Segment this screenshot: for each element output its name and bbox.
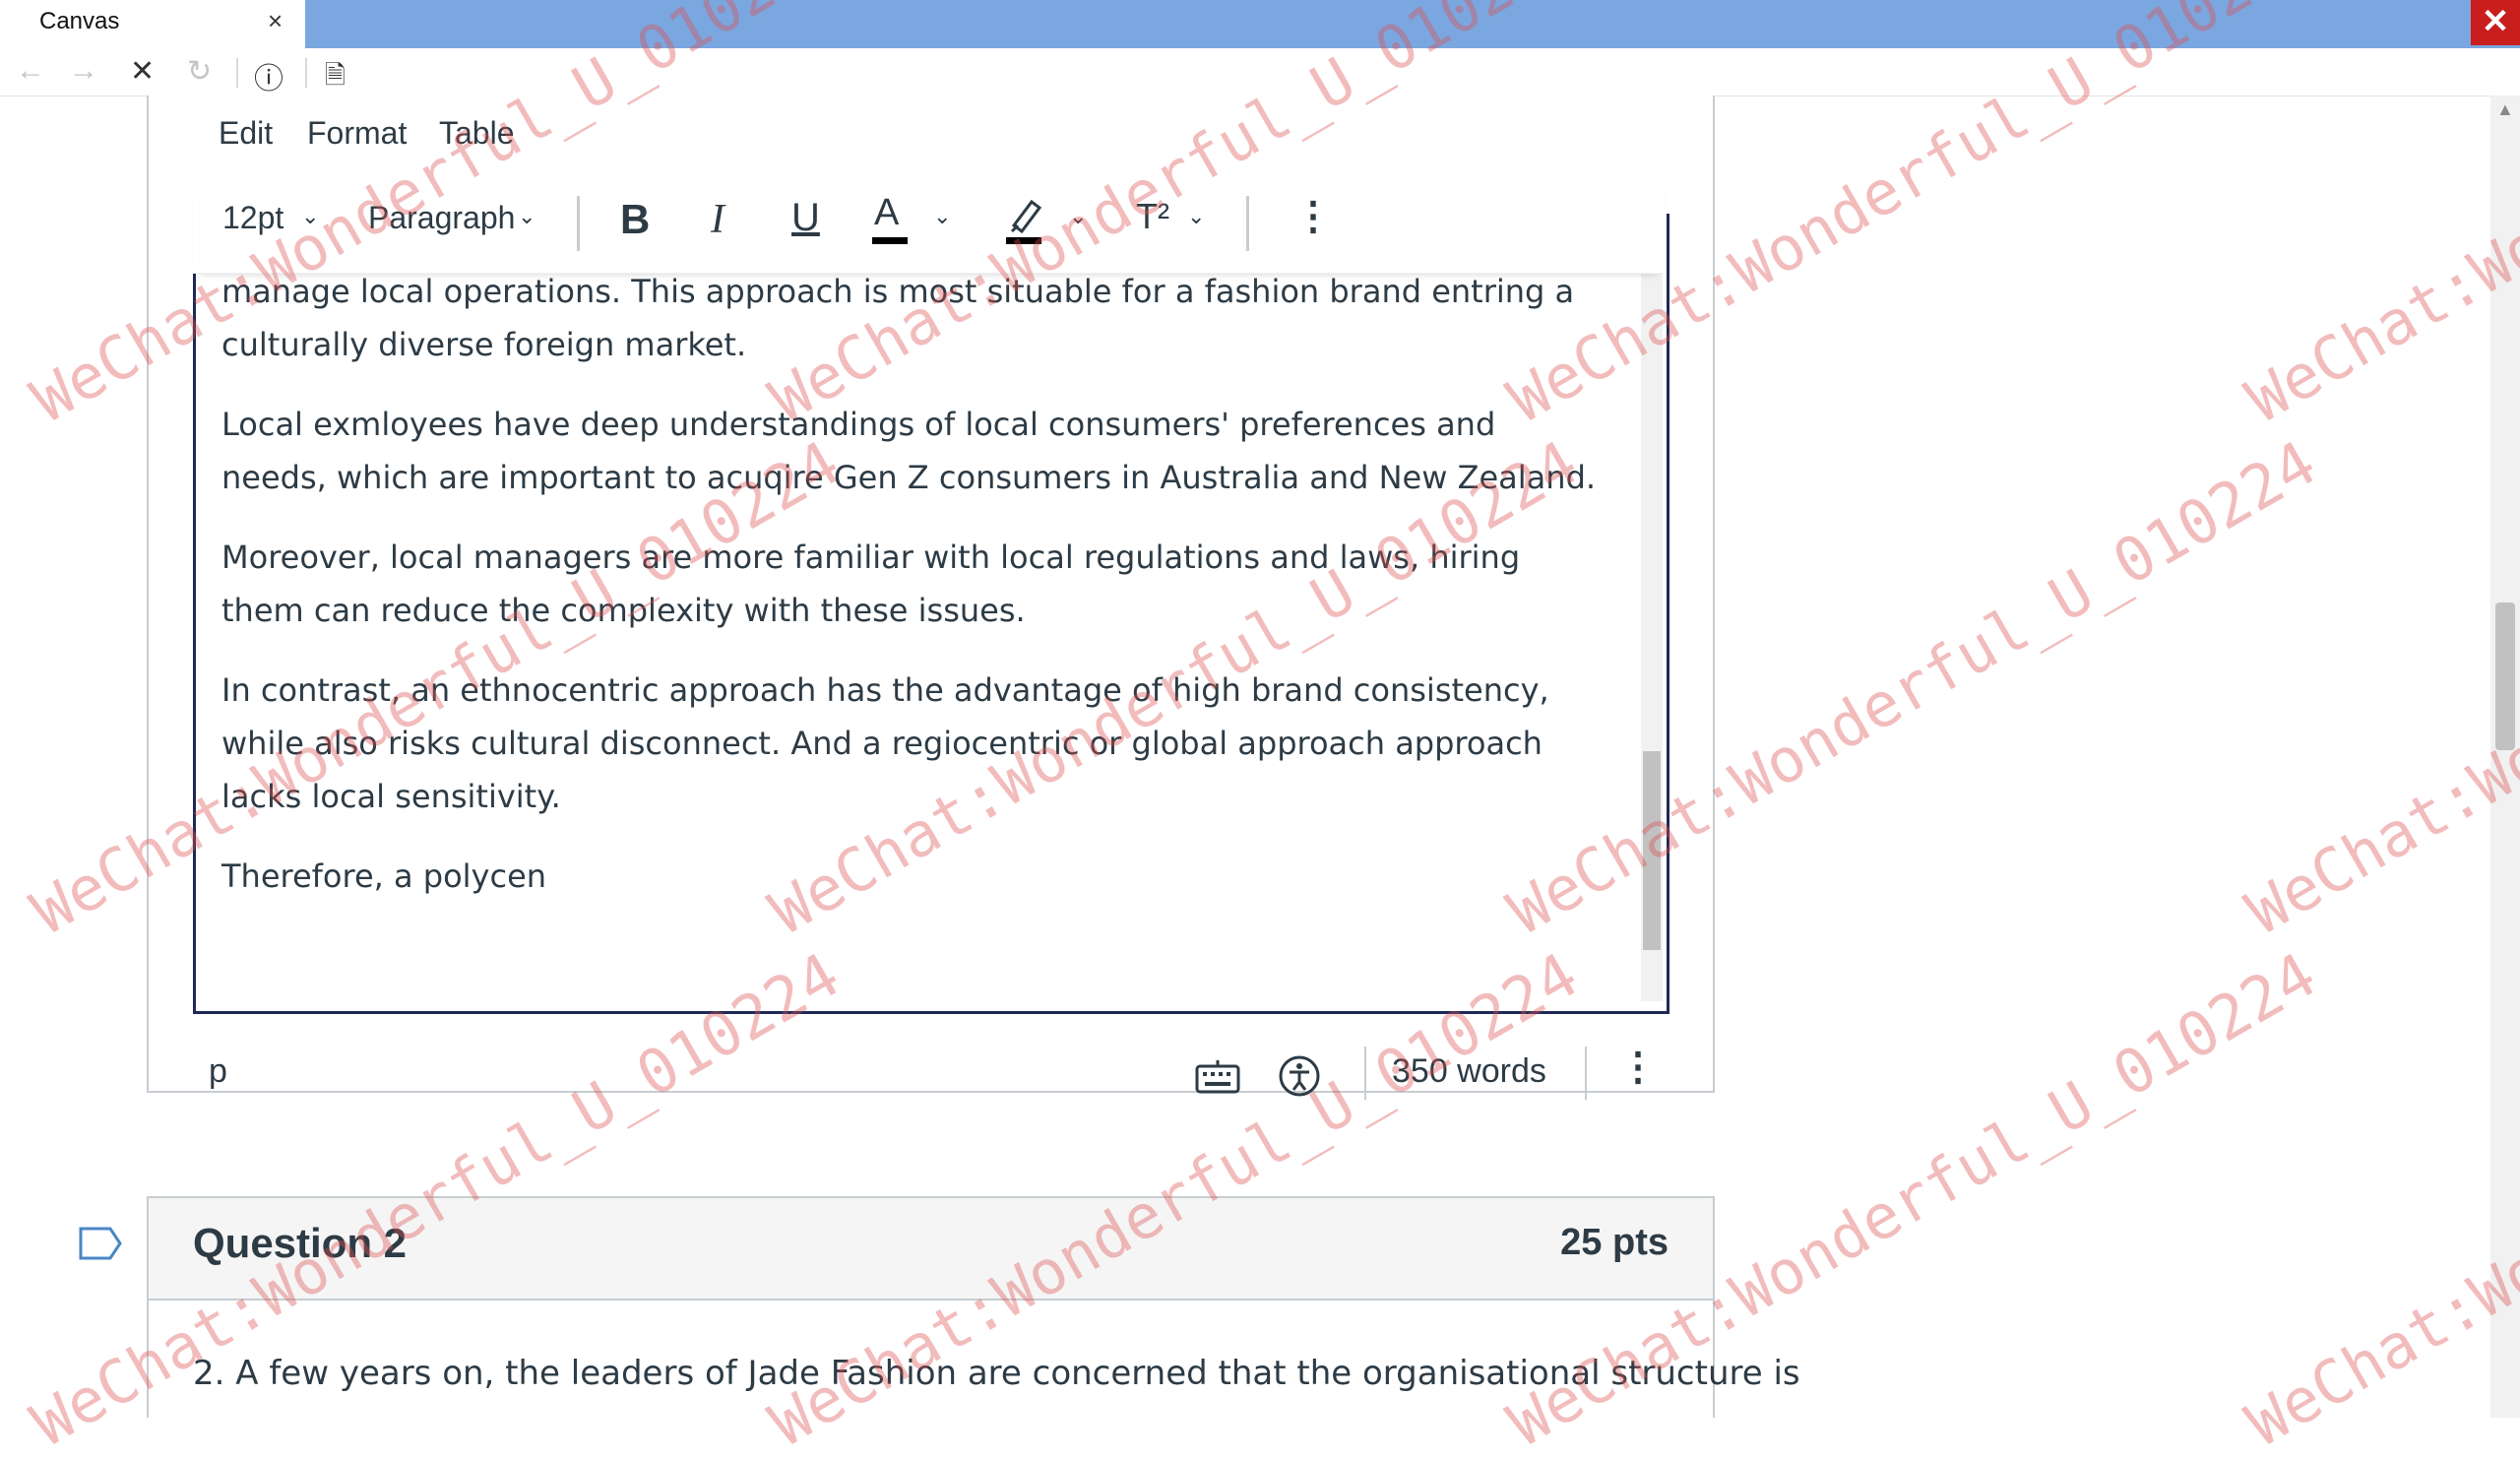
editor-scrollbar[interactable] [1641,273,1663,1001]
page-document-icon[interactable]: 🗎 [325,57,346,100]
statusbar-divider [1364,1047,1366,1100]
chevron-down-icon: ⌄ [518,204,536,228]
chevron-down-icon: ⌄ [301,204,320,228]
editor-statusbar: p 350 words ⋮ [193,1011,1664,1100]
browser-tab[interactable]: Canvas × [0,0,305,48]
browser-navbar: ← → ✕ ↻ ⓘ 🗎 [0,48,2520,96]
italic-button[interactable]: I [711,196,724,243]
toolbar-divider [577,196,580,251]
resize-handle-icon[interactable]: ⋮ [1618,1045,1658,1090]
window-close-button[interactable]: ✕ [2471,0,2520,45]
chevron-down-icon: ⌄ [1069,204,1088,228]
more-options-button[interactable]: ⋮ [1293,194,1333,239]
nav-divider [305,58,307,88]
rich-text-editor[interactable]: manage local operations. This approach i… [193,214,1670,1014]
editor-content[interactable]: manage local operations. This approach i… [221,265,1600,929]
question-2-body: 2. A few years on, the leaders of Jade F… [147,1297,1800,1418]
text-color-swatch [872,237,908,244]
answer-paragraph: Moreover, local managers are more famili… [221,539,1521,629]
element-path[interactable]: p [209,1052,227,1091]
text-color-icon: A [874,192,900,233]
page-scrollbar-thumb[interactable] [2495,603,2515,750]
editor-toolbar: 12pt ⌄ Paragraph ⌄ B I U A ⌄ ⌄ T² ⌄ ⋮ [193,176,1664,274]
bookmark-flag-icon[interactable] [79,1227,122,1260]
browser-titlebar: Canvas × ✕ [0,0,2520,48]
menu-edit[interactable]: Edit [219,115,273,152]
accessibility-checker-icon[interactable] [1278,1054,1321,1098]
tab-title: Canvas [39,8,120,34]
block-format-value: Paragraph [368,200,516,235]
nav-divider [236,58,238,88]
question-points: 25 pts [1560,1222,1669,1263]
question-title: Question 2 [193,1220,408,1266]
chevron-down-icon: ⌄ [1187,204,1206,228]
menu-table[interactable]: Table [439,115,515,152]
highlighter-icon [1010,199,1042,234]
editor-menubar: Edit Format Table [193,95,1664,176]
page-scrollbar[interactable]: ▲ [2490,95,2520,1418]
tab-close-icon[interactable]: × [268,6,283,36]
statusbar-divider [1585,1047,1587,1100]
answer-paragraph: Local exmloyees have deep understandings… [221,406,1597,496]
forward-arrow-icon[interactable]: → [69,54,98,88]
keyboard-shortcuts-icon[interactable] [1195,1058,1240,1094]
menu-format[interactable]: Format [307,115,407,152]
superscript-icon: T² [1136,196,1169,236]
question-text: 2. A few years on, the leaders of Jade F… [193,1354,1800,1393]
question-2-header: Question 2 25 pts [147,1196,1715,1301]
highlight-color-swatch [1006,237,1041,244]
reload-icon[interactable]: ↻ [187,54,212,89]
stop-loading-icon[interactable]: ✕ [130,54,155,89]
font-size-value: 12pt [222,200,284,235]
scroll-up-icon[interactable]: ▲ [2496,99,2514,120]
editor-scrollbar-thumb[interactable] [1643,751,1661,950]
bold-button[interactable]: B [620,196,650,243]
word-count[interactable]: 350 words [1392,1052,1546,1091]
canvas-quiz-page: Edit Format Table 12pt ⌄ Paragraph ⌄ B I… [0,95,2490,1418]
answer-paragraph: Therefore, a polycen [221,857,547,895]
answer-paragraph: manage local operations. This approach i… [221,273,1575,363]
answer-paragraph: In contrast, an ethnocentric approach ha… [221,671,1549,815]
chevron-down-icon: ⌄ [933,204,952,228]
underline-button[interactable]: U [791,196,820,240]
page-info-icon[interactable]: ⓘ [254,54,284,97]
toolbar-divider [1246,196,1249,251]
back-arrow-icon[interactable]: ← [16,54,45,88]
